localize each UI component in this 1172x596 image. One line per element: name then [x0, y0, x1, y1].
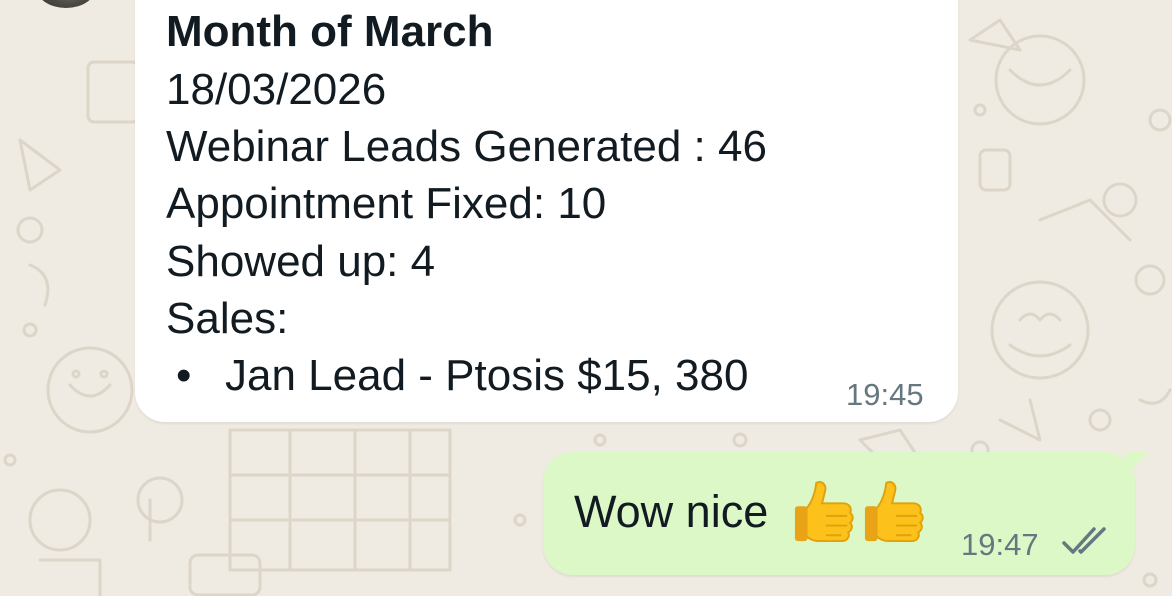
message-title: Month of March — [166, 7, 494, 56]
read-double-check-icon — [1062, 527, 1106, 554]
sales-label: Sales: — [166, 294, 289, 343]
outgoing-message-text: Wow nice — [574, 486, 769, 537]
sales-list-item: Jan Lead - Ptosis $15, 380 — [225, 351, 749, 400]
thumbs-up-icon — [864, 481, 924, 543]
outgoing-message-bubble[interactable]: Wow nice 19:47 — [543, 452, 1149, 575]
bubble-tail — [1125, 452, 1149, 476]
outgoing-message-time: 19:47 — [961, 527, 1039, 562]
message-date: 18/03/2026 — [166, 65, 387, 114]
thumbs-up-icon — [794, 481, 854, 543]
list-bullet: • — [176, 351, 192, 400]
appointments-line: Appointment Fixed: 10 — [166, 179, 607, 228]
leads-line: Webinar Leads Generated : 46 — [166, 122, 767, 171]
showed-up-line: Showed up: 4 — [166, 237, 436, 286]
incoming-message-time: 19:45 — [846, 377, 924, 412]
incoming-message-bubble[interactable]: Month of March 18/03/2026 Webinar Leads … — [135, 0, 958, 422]
